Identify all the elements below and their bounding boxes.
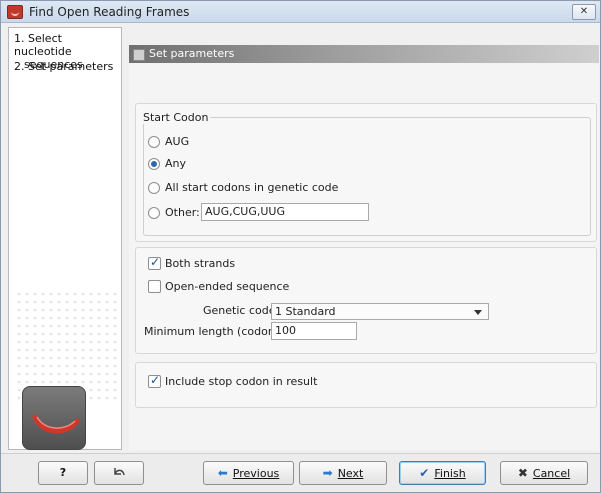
radio-any-label: Any <box>165 157 187 170</box>
radio-all-start-codons[interactable] <box>148 182 160 194</box>
page-header: Set parameters <box>129 45 599 63</box>
close-icon: ✕ <box>579 6 589 17</box>
both-strands-label: Both strands <box>165 257 236 270</box>
wizard-steps-sidebar: 1. Select nucleotide sequences 2. Set pa… <box>8 27 122 450</box>
right-arrow-icon: ➡ <box>322 466 333 480</box>
help-label: ? <box>59 466 67 479</box>
radio-all-start-codons-label: All start codons in genetic code <box>165 181 339 194</box>
cancel-button[interactable]: ✖ Cancel <box>500 461 588 485</box>
x-icon: ✖ <box>517 466 528 480</box>
chevron-down-icon <box>474 310 482 315</box>
next-button[interactable]: ➡ Next <box>299 461 387 485</box>
app-logo-icon <box>7 5 23 19</box>
min-length-input[interactable]: 100 <box>271 322 357 340</box>
step-number: 1. <box>14 32 25 45</box>
both-strands-checkbox[interactable] <box>148 255 161 270</box>
other-codons-input[interactable]: AUG,CUG,UUG <box>201 203 369 221</box>
title-bar: Find Open Reading Frames ✕ <box>1 1 600 23</box>
include-stop-codon-label: Include stop codon in result <box>165 375 318 388</box>
step-number: 2. <box>14 60 25 73</box>
radio-aug[interactable] <box>148 136 160 148</box>
find-orf-dialog: Find Open Reading Frames ✕ 1. Select nuc… <box>0 0 601 493</box>
include-stop-codon-checkbox[interactable] <box>148 373 161 388</box>
start-codon-legend: Start Codon <box>141 111 211 124</box>
left-arrow-icon: ⬅ <box>217 466 228 480</box>
step-set-parameters[interactable]: 2. Set parameters <box>14 60 113 73</box>
genetic-code-label: Genetic code: <box>203 304 280 317</box>
genetic-code-dropdown[interactable]: 1 Standard <box>271 303 489 320</box>
radio-other[interactable] <box>148 207 160 219</box>
open-ended-checkbox[interactable] <box>148 280 161 293</box>
reset-arrow-icon <box>114 468 125 476</box>
radio-other-label: Other: <box>165 206 200 219</box>
decorative-dot-pattern <box>15 290 119 400</box>
genetic-code-value: 1 Standard <box>275 305 336 318</box>
checkmark-icon: ✔ <box>419 466 430 480</box>
min-length-label: Minimum length (codons): <box>144 325 289 338</box>
radio-aug-label: AUG <box>165 135 190 148</box>
clc-logo-icon <box>22 386 86 450</box>
finish-label: Finish <box>434 467 466 480</box>
radio-any[interactable] <box>148 158 160 170</box>
reset-button[interactable] <box>94 461 144 485</box>
previous-button[interactable]: ⬅ Previous <box>203 461 294 485</box>
open-ended-label: Open-ended sequence <box>165 280 290 293</box>
step-label: Set parameters <box>28 60 114 73</box>
help-button[interactable]: ? <box>38 461 88 485</box>
window-title: Find Open Reading Frames <box>29 5 190 19</box>
close-button[interactable]: ✕ <box>572 4 596 20</box>
previous-label: Previous <box>232 467 280 480</box>
next-label: Next <box>337 467 364 480</box>
cancel-label: Cancel <box>532 467 571 480</box>
finish-button[interactable]: ✔ Finish <box>399 461 486 485</box>
